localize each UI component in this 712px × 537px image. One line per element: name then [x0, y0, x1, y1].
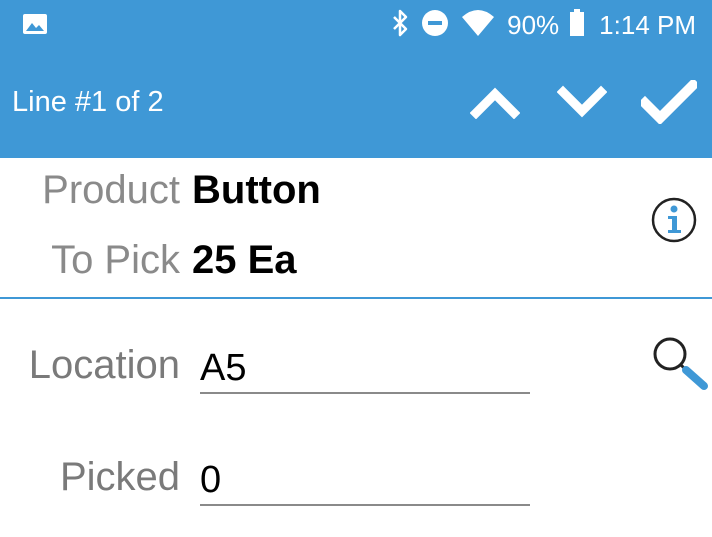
picked-input[interactable] [200, 456, 530, 506]
wifi-icon [461, 9, 495, 42]
chevron-up-icon [469, 85, 521, 124]
product-summary: Product Button To Pick 25 Ea [0, 158, 712, 298]
toolbar-title: Line #1 of 2 [12, 86, 164, 118]
search-icon [648, 337, 710, 396]
location-input[interactable] [200, 344, 530, 394]
to-pick-label: To Pick [51, 238, 180, 282]
picked-label: Picked [59, 455, 180, 499]
chevron-down-icon [556, 85, 608, 124]
bluetooth-icon [391, 9, 409, 42]
confirm-button[interactable] [637, 77, 701, 130]
previous-line-button[interactable] [466, 78, 524, 130]
to-pick-value: 25 Ea [192, 238, 297, 282]
location-label: Location [28, 343, 180, 387]
product-info-button[interactable] [650, 196, 698, 244]
location-search-button[interactable] [648, 334, 710, 392]
app-bar: 90% 1:14 PM Line #1 of 2 [0, 0, 712, 158]
product-label: Product [42, 168, 180, 212]
do-not-disturb-icon [421, 9, 449, 42]
check-icon [637, 77, 701, 129]
image-icon [22, 13, 48, 35]
next-line-button[interactable] [553, 78, 611, 130]
status-bar: 90% 1:14 PM [0, 0, 712, 50]
battery-icon [569, 8, 585, 42]
section-divider [0, 297, 712, 299]
status-time: 1:14 PM [599, 9, 696, 40]
product-value: Button [192, 168, 321, 212]
info-icon [650, 197, 698, 248]
battery-percent: 90% [507, 9, 560, 40]
status-icons: 90% 1:14 PM [391, 6, 696, 44]
